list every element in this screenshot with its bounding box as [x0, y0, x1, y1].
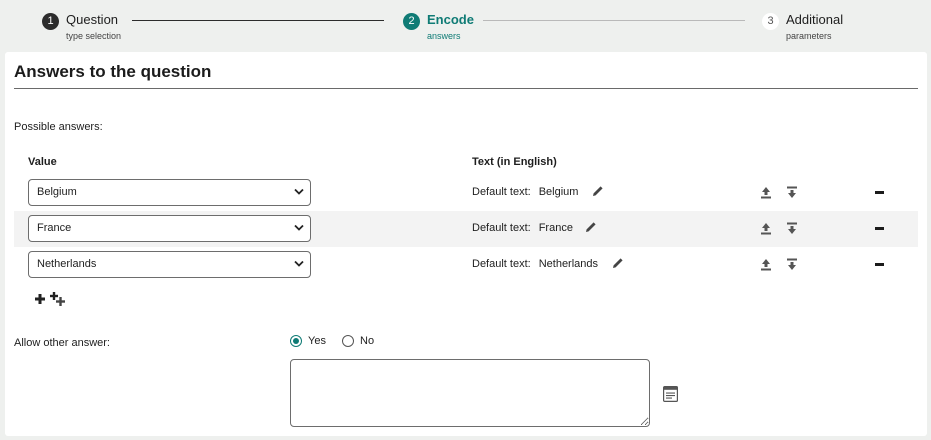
answer-row: Netherlands Default text: Netherlands: [14, 247, 918, 283]
text-editor-icon[interactable]: [663, 386, 678, 402]
chevron-down-icon: [294, 260, 304, 267]
select-value: Belgium: [37, 186, 77, 198]
default-text-value: France: [538, 222, 573, 234]
step-subtitle: parameters: [786, 31, 832, 41]
default-text: Default text: Netherlands: [472, 258, 598, 270]
move-down-icon[interactable]: [786, 258, 798, 271]
pencil-icon[interactable]: [612, 257, 624, 269]
answer-value-select[interactable]: France: [28, 215, 311, 242]
step-question[interactable]: 1 Question type selection: [42, 12, 121, 42]
pencil-icon[interactable]: [592, 185, 604, 197]
step-number: 2: [403, 13, 420, 30]
default-text-label: Default text:: [472, 258, 531, 270]
select-value: France: [37, 222, 72, 234]
select-value: Netherlands: [37, 258, 97, 270]
move-up-icon[interactable]: [760, 258, 772, 271]
step-title: Additional: [786, 12, 844, 27]
default-text: Default text: France: [472, 222, 573, 234]
add-multiple-icon[interactable]: [50, 292, 65, 306]
stepper: 1 Question type selection 2 Encode answe…: [0, 0, 931, 46]
radio-no[interactable]: No: [342, 335, 374, 347]
default-text-label: Default text:: [472, 222, 531, 234]
default-text-value: Netherlands: [538, 258, 599, 270]
step-subtitle: type selection: [66, 31, 122, 41]
step-number: 1: [42, 13, 59, 30]
step-number: 3: [762, 13, 779, 30]
step-subtitle: answers: [427, 31, 461, 41]
default-text-value: Belgium: [538, 186, 579, 198]
radio-no-label: No: [360, 335, 375, 347]
remove-answer-button[interactable]: [875, 227, 884, 230]
plus-icon[interactable]: [35, 294, 45, 304]
move-up-icon[interactable]: [760, 222, 772, 235]
stepper-line-done: [132, 20, 384, 21]
default-text-label: Default text:: [472, 186, 531, 198]
stepper-line-pending: [483, 20, 745, 21]
step-title: Encode: [427, 12, 474, 27]
column-header-text: Text (in English): [472, 156, 557, 168]
move-down-icon[interactable]: [786, 186, 798, 199]
step-additional[interactable]: 3 Additional parameters: [762, 12, 843, 42]
answers-card: Answers to the question Possible answers…: [5, 52, 927, 436]
radio-checked-icon: [290, 335, 302, 347]
remove-answer-button[interactable]: [875, 191, 884, 194]
page-title: Answers to the question: [14, 62, 212, 81]
step-encode[interactable]: 2 Encode answers: [403, 12, 474, 42]
column-header-value: Value: [28, 156, 57, 168]
radio-yes[interactable]: Yes: [290, 335, 326, 347]
default-text: Default text: Belgium: [472, 186, 578, 198]
radio-unchecked-icon: [342, 335, 354, 347]
answer-value-select[interactable]: Netherlands: [28, 251, 311, 278]
chevron-down-icon: [294, 188, 304, 195]
title-divider: [14, 88, 918, 89]
answer-row: France Default text: France: [14, 211, 918, 247]
pencil-icon[interactable]: [585, 221, 597, 233]
answer-row: Belgium Default text: Belgium: [14, 175, 918, 211]
remove-answer-button[interactable]: [875, 263, 884, 266]
chevron-down-icon: [294, 224, 304, 231]
answer-value-select[interactable]: Belgium: [28, 179, 311, 206]
other-answer-textarea[interactable]: [290, 359, 650, 427]
move-up-icon[interactable]: [760, 186, 772, 199]
step-title: Question: [66, 12, 119, 27]
move-down-icon[interactable]: [786, 222, 798, 235]
allow-other-label: Allow other answer:: [14, 337, 110, 349]
radio-yes-label: Yes: [308, 335, 326, 347]
possible-answers-label: Possible answers:: [14, 121, 103, 133]
